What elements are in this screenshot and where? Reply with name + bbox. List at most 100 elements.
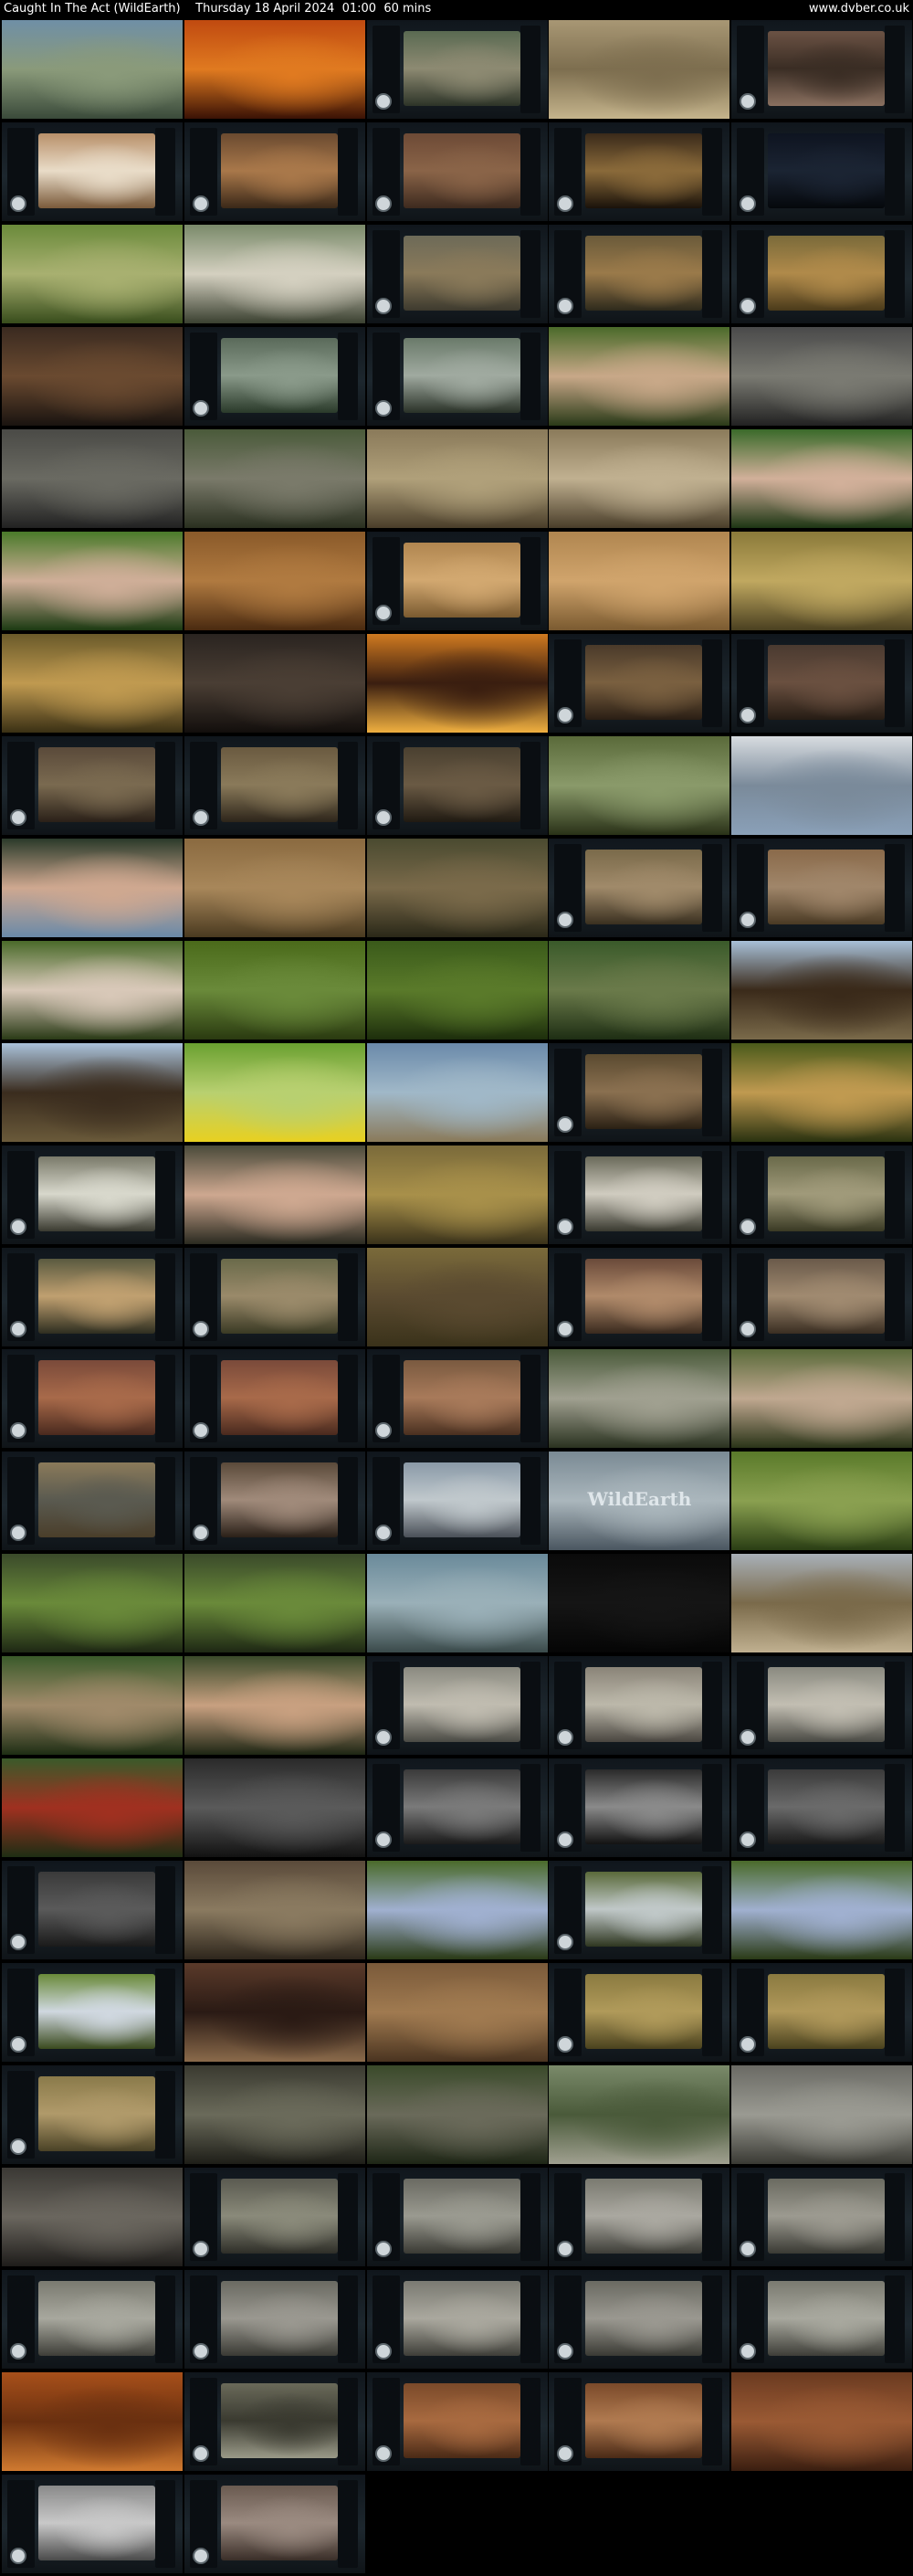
thumbnail[interactable] [184, 1861, 365, 1960]
thumbnail[interactable] [184, 1656, 365, 1756]
thumbnail[interactable] [731, 633, 913, 733]
thumbnail[interactable] [549, 838, 730, 937]
thumbnail[interactable] [2, 1656, 183, 1756]
thumbnail[interactable] [731, 2168, 913, 2267]
thumbnail[interactable] [184, 20, 365, 119]
thumbnail[interactable] [2, 2065, 183, 2165]
thumbnail[interactable] [184, 633, 365, 733]
thumbnail[interactable] [366, 121, 548, 221]
thumbnail[interactable] [184, 2065, 365, 2165]
thumbnail[interactable] [731, 1042, 913, 1142]
thumbnail[interactable] [366, 1145, 548, 1244]
thumbnail[interactable] [366, 2168, 548, 2267]
thumbnail[interactable] [731, 2372, 913, 2472]
thumbnail[interactable] [2, 633, 183, 733]
thumbnail[interactable] [184, 1963, 365, 2063]
thumbnail[interactable] [184, 1349, 365, 1449]
thumbnail[interactable] [549, 428, 730, 528]
thumbnail[interactable] [366, 1656, 548, 1756]
thumbnail[interactable] [2, 428, 183, 528]
thumbnail[interactable] [366, 1861, 548, 1960]
thumbnail[interactable] [2, 1349, 183, 1449]
thumbnail[interactable] [2, 121, 183, 221]
thumbnail[interactable] [731, 2270, 913, 2370]
thumbnail[interactable] [184, 1452, 365, 1551]
thumbnail[interactable] [549, 1861, 730, 1960]
thumbnail[interactable] [366, 838, 548, 937]
thumbnail[interactable] [2, 1042, 183, 1142]
thumbnail[interactable] [549, 326, 730, 426]
thumbnail[interactable] [2, 1247, 183, 1346]
thumbnail[interactable] [184, 1758, 365, 1858]
thumbnail[interactable] [184, 2475, 365, 2574]
thumbnail[interactable] [366, 735, 548, 835]
thumbnail[interactable] [366, 1758, 548, 1858]
thumbnail[interactable] [184, 838, 365, 937]
thumbnail[interactable] [731, 735, 913, 835]
thumbnail[interactable] [731, 1656, 913, 1756]
thumbnail[interactable] [184, 2270, 365, 2370]
thumbnail[interactable] [366, 20, 548, 119]
thumbnail[interactable] [184, 1554, 365, 1653]
thumbnail[interactable] [549, 1145, 730, 1244]
thumbnail[interactable] [2, 1452, 183, 1551]
thumbnail[interactable] [731, 838, 913, 937]
thumbnail[interactable] [2, 1963, 183, 2063]
thumbnail[interactable] [2, 1861, 183, 1960]
thumbnail[interactable] [731, 1349, 913, 1449]
thumbnail[interactable] [184, 1247, 365, 1346]
thumbnail[interactable] [366, 428, 548, 528]
thumbnail[interactable] [731, 326, 913, 426]
thumbnail[interactable] [731, 20, 913, 119]
thumbnail[interactable] [549, 1247, 730, 1346]
thumbnail[interactable] [366, 633, 548, 733]
thumbnail[interactable] [184, 2168, 365, 2267]
thumbnail[interactable] [184, 1042, 365, 1142]
thumbnail[interactable] [731, 428, 913, 528]
thumbnail[interactable] [184, 121, 365, 221]
thumbnail[interactable] [366, 2065, 548, 2165]
thumbnail[interactable] [549, 2372, 730, 2472]
thumbnail[interactable]: WildEarth [549, 1452, 730, 1551]
thumbnail[interactable] [549, 1758, 730, 1858]
thumbnail[interactable] [2, 326, 183, 426]
thumbnail[interactable] [184, 531, 365, 630]
thumbnail[interactable] [366, 1042, 548, 1142]
thumbnail[interactable] [549, 2168, 730, 2267]
thumbnail[interactable] [731, 1554, 913, 1653]
thumbnail[interactable] [366, 940, 548, 1040]
thumbnail[interactable] [2, 20, 183, 119]
thumbnail[interactable] [184, 224, 365, 323]
thumbnail[interactable] [731, 1247, 913, 1346]
thumbnail[interactable] [2, 940, 183, 1040]
thumbnail[interactable] [366, 326, 548, 426]
thumbnail[interactable] [184, 735, 365, 835]
thumbnail[interactable] [366, 2372, 548, 2472]
thumbnail[interactable] [549, 531, 730, 630]
thumbnail[interactable] [549, 735, 730, 835]
thumbnail[interactable] [2, 531, 183, 630]
thumbnail[interactable] [731, 940, 913, 1040]
thumbnail[interactable] [549, 1963, 730, 2063]
thumbnail[interactable] [2, 735, 183, 835]
thumbnail[interactable] [2, 1758, 183, 1858]
thumbnail[interactable] [2, 838, 183, 937]
thumbnail[interactable] [731, 2065, 913, 2165]
thumbnail[interactable] [731, 1145, 913, 1244]
thumbnail[interactable] [184, 1145, 365, 1244]
thumbnail[interactable] [2, 2475, 183, 2574]
thumbnail[interactable] [549, 1349, 730, 1449]
thumbnail[interactable] [184, 326, 365, 426]
thumbnail[interactable] [366, 224, 548, 323]
thumbnail[interactable] [366, 531, 548, 630]
thumbnail[interactable] [549, 224, 730, 323]
thumbnail[interactable] [366, 1349, 548, 1449]
thumbnail[interactable] [549, 2065, 730, 2165]
thumbnail[interactable] [549, 1554, 730, 1653]
thumbnail[interactable] [2, 2372, 183, 2472]
thumbnail[interactable] [731, 121, 913, 221]
thumbnail[interactable] [184, 2372, 365, 2472]
thumbnail[interactable] [366, 1452, 548, 1551]
thumbnail[interactable] [549, 1042, 730, 1142]
thumbnail[interactable] [2, 1145, 183, 1244]
